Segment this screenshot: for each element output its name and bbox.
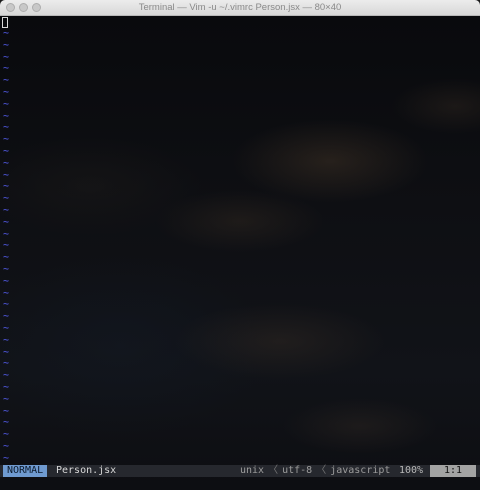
- empty-line-tilde: ~: [3, 252, 10, 264]
- empty-line-tilde: ~: [3, 193, 10, 205]
- separator: 〈: [268, 465, 279, 476]
- cursor-position: 1:1: [430, 465, 476, 477]
- empty-line-tilde: ~: [3, 452, 10, 464]
- empty-line-tilde: ~: [3, 98, 10, 110]
- title-bar[interactable]: Terminal — Vim -u ~/.vimrc Person.jsx — …: [0, 0, 480, 16]
- empty-line-tilde: ~: [3, 440, 10, 452]
- empty-line-markers: ~ ~ ~ ~ ~ ~ ~ ~ ~ ~ ~ ~ ~ ~ ~ ~ ~ ~ ~ ~ ~ ~ ~ ~ ~ ~ ~ ~ ~ ~ ~ ~ ~ ~ ~ ~ ~: [3, 28, 9, 464]
- empty-line-tilde: ~: [3, 86, 10, 98]
- empty-line-tilde: ~: [3, 381, 10, 393]
- empty-line-tilde: ~: [3, 204, 10, 216]
- empty-line-tilde: ~: [3, 370, 10, 382]
- empty-line-tilde: ~: [3, 322, 10, 334]
- file-format: unix: [240, 465, 265, 476]
- empty-line-tilde: ~: [3, 110, 10, 122]
- empty-line-tilde: ~: [3, 63, 10, 75]
- empty-line-tilde: ~: [3, 393, 10, 405]
- mode-indicator: NORMAL: [3, 465, 48, 477]
- empty-line-tilde: ~: [3, 429, 10, 441]
- file-type: javascript: [330, 465, 391, 476]
- empty-line-tilde: ~: [3, 275, 10, 287]
- file-encoding: utf-8: [282, 465, 313, 476]
- empty-line-tilde: ~: [3, 334, 10, 346]
- empty-line-tilde: ~: [3, 417, 10, 429]
- empty-line-tilde: ~: [3, 28, 10, 39]
- empty-line-tilde: ~: [3, 311, 10, 323]
- empty-line-tilde: ~: [3, 346, 10, 358]
- empty-line-tilde: ~: [3, 75, 10, 87]
- empty-line-tilde: ~: [3, 181, 10, 193]
- text-cursor: [2, 17, 8, 28]
- empty-line-tilde: ~: [3, 287, 10, 299]
- file-name: Person.jsx: [56, 465, 117, 476]
- empty-line-tilde: ~: [3, 240, 10, 252]
- empty-line-tilde: ~: [3, 299, 10, 311]
- empty-line-tilde: ~: [3, 157, 10, 169]
- vim-editor-area[interactable]: ~ ~ ~ ~ ~ ~ ~ ~ ~ ~ ~ ~ ~ ~ ~ ~ ~ ~ ~ ~ ~ ~ ~ ~ ~ ~ ~ ~ ~ ~ ~ ~ ~ ~ ~ ~ ~ NO…: [0, 16, 480, 490]
- file-info: unix 〈 utf-8 〈 javascript: [240, 465, 390, 477]
- empty-line-tilde: ~: [3, 145, 10, 157]
- empty-line-tilde: ~: [3, 39, 10, 51]
- empty-line-tilde: ~: [3, 228, 10, 240]
- terminal-window: Terminal — Vim -u ~/.vimrc Person.jsx — …: [0, 0, 480, 490]
- empty-line-tilde: ~: [3, 263, 10, 275]
- empty-line-tilde: ~: [3, 122, 10, 134]
- scroll-percent: 100%: [399, 465, 424, 476]
- empty-line-tilde: ~: [3, 216, 10, 228]
- empty-line-tilde: ~: [3, 169, 10, 181]
- empty-line-tilde: ~: [3, 405, 10, 417]
- separator: 〈: [316, 465, 327, 476]
- empty-line-tilde: ~: [3, 51, 10, 63]
- vim-statusline: NORMAL Person.jsx unix 〈 utf-8 〈 javascript …: [0, 465, 480, 477]
- window-title: Terminal — Vim -u ~/.vimrc Person.jsx — …: [138, 2, 342, 13]
- empty-line-tilde: ~: [3, 134, 10, 146]
- empty-line-tilde: ~: [3, 358, 10, 370]
